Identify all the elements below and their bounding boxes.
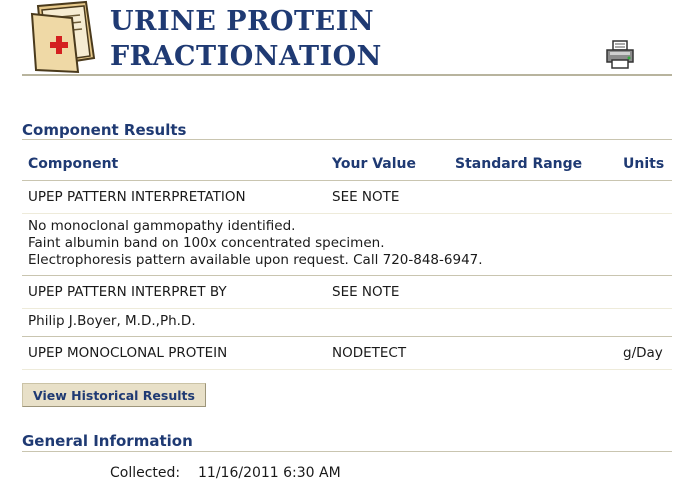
result-note: Philip J.Boyer, M.D.,Ph.D. (22, 308, 672, 337)
printer-icon[interactable] (604, 38, 636, 70)
component-name: UPEP PATTERN INTERPRETATION (22, 180, 326, 214)
component-value: SEE NOTE (326, 275, 449, 309)
general-information-heading: General Information (22, 432, 193, 450)
component-results-table: Component Your Value Standard Range Unit… (22, 146, 672, 370)
component-range (449, 336, 617, 370)
table-row: UPEP PATTERN INTERPRET BY SEE NOTE (22, 275, 672, 309)
table-header-row: Component Your Value Standard Range Unit… (22, 146, 672, 181)
component-units (617, 180, 672, 214)
collected-value: 11/16/2011 6:30 AM (198, 465, 341, 481)
view-historical-results-button[interactable]: View Historical Results (22, 383, 206, 407)
column-header-your-value: Your Value (326, 146, 449, 181)
page-title: URINE PROTEIN FRACTIONATION (110, 4, 382, 74)
component-name: UPEP PATTERN INTERPRET BY (22, 275, 326, 309)
collected-label: Collected: (110, 465, 181, 481)
component-value: NODETECT (326, 336, 449, 370)
column-header-standard-range: Standard Range (449, 146, 617, 181)
general-information-divider (22, 451, 672, 452)
component-value: SEE NOTE (326, 180, 449, 214)
component-name: UPEP MONOCLONAL PROTEIN (22, 336, 326, 370)
note-line: Philip J.Boyer, M.D.,Ph.D. (28, 313, 196, 329)
component-results-heading: Component Results (22, 121, 187, 139)
component-units: g/Day (617, 336, 672, 370)
page-header: URINE PROTEIN FRACTIONATION (0, 0, 676, 78)
note-line: No monoclonal gammopathy identified. (28, 218, 296, 234)
note-line: Electrophoresis pattern available upon r… (28, 252, 483, 268)
result-note: No monoclonal gammopathy identified. Fai… (22, 213, 672, 276)
table-row: UPEP PATTERN INTERPRETATION SEE NOTE (22, 180, 672, 214)
medical-folder-icon (30, 0, 96, 74)
note-row: No monoclonal gammopathy identified. Fai… (22, 213, 672, 276)
table-row: UPEP MONOCLONAL PROTEIN NODETECT g/Day (22, 336, 672, 370)
component-results-divider (22, 139, 672, 140)
title-line-2: FRACTIONATION (110, 41, 382, 72)
column-header-units: Units (617, 146, 672, 181)
note-row: Philip J.Boyer, M.D.,Ph.D. (22, 308, 672, 337)
component-range (449, 275, 617, 309)
component-units (617, 275, 672, 309)
note-line: Faint albumin band on 100x concentrated … (28, 235, 385, 251)
column-header-component: Component (22, 146, 326, 181)
header-divider (22, 74, 672, 76)
title-line-1: URINE PROTEIN (110, 6, 375, 37)
component-range (449, 180, 617, 214)
